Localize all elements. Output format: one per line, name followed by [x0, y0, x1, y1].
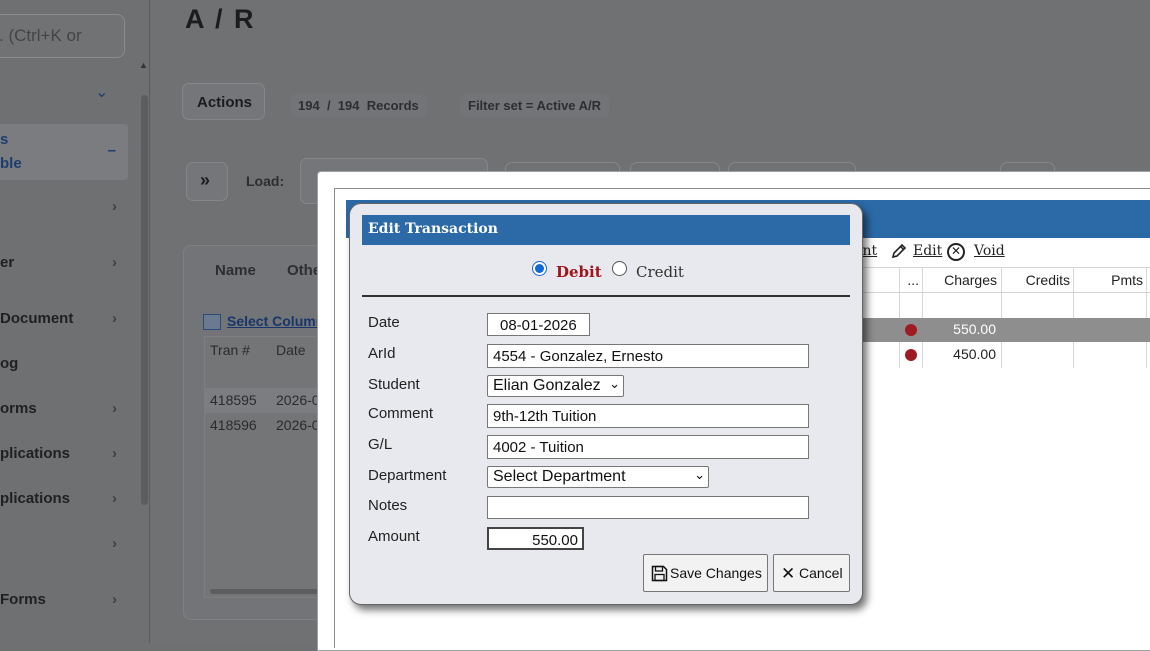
chevron-down-icon[interactable]: ⌄	[95, 82, 108, 102]
amount-label: Amount	[368, 528, 420, 545]
close-x-icon: ✕	[781, 564, 796, 583]
transactions-toolbar: int Edit ✕ Void	[850, 240, 1150, 264]
records-grid	[204, 336, 324, 598]
load-label: Load:	[246, 173, 285, 189]
save-changes-label: Save Changes	[670, 565, 762, 581]
search-input[interactable]: . (Ctrl+K or	[0, 14, 125, 58]
filter-badge: Filter set = Active A/R	[460, 94, 610, 118]
sidebar-item[interactable]: Document ›	[0, 300, 135, 340]
cell-date: 2026-0	[276, 417, 320, 433]
chevron-right-icon: ›	[112, 535, 117, 552]
chevron-right-icon: ›	[112, 490, 117, 507]
sidebar-item[interactable]: er ›	[0, 244, 135, 284]
tab-name[interactable]: Name	[215, 262, 256, 279]
amount-field[interactable]: 550.00	[487, 527, 584, 550]
actions-button[interactable]: Actions	[182, 83, 265, 120]
notes-label: Notes	[368, 497, 408, 514]
floppy-disk-icon	[651, 565, 668, 585]
column-header-pmts[interactable]: Pmts	[1075, 272, 1143, 288]
student-label: Student	[368, 376, 420, 393]
column-header-charges[interactable]: Charges	[930, 272, 997, 288]
sidebar-item-label: Forms	[0, 591, 46, 608]
column-header-more[interactable]: ...	[904, 272, 919, 288]
column-header-credits[interactable]: Credits	[1005, 272, 1070, 288]
cancel-label: Cancel	[799, 565, 843, 581]
arid-field[interactable]: 4554 - Gonzalez, Ernesto	[487, 344, 809, 368]
date-field[interactable]: 08-01-2026	[487, 313, 590, 336]
debit-label[interactable]: Debit	[556, 263, 602, 281]
sidebar-item[interactable]: plications ›	[0, 480, 135, 520]
records-count-badge: 194 / 194 Records	[290, 94, 427, 118]
sidebar-item[interactable]: Forms ›	[0, 581, 135, 621]
debit-radio[interactable]	[532, 261, 547, 276]
sidebar-item-label: s	[0, 131, 9, 148]
status-dot	[905, 349, 917, 361]
edit-link[interactable]: Edit	[913, 243, 942, 259]
column-header-tran[interactable]: Tran #	[210, 342, 250, 358]
cancel-button[interactable]: ✕ Cancel	[773, 554, 850, 592]
arid-label: ArId	[368, 345, 396, 362]
chevron-right-icon: ›	[112, 254, 117, 271]
expand-button[interactable]: »	[186, 162, 228, 201]
select-columns-link[interactable]: Select Column	[227, 313, 324, 329]
table-row[interactable]: 450.00	[850, 343, 1150, 367]
chevron-down-icon: ⌄	[694, 467, 705, 482]
chevron-right-icon: ›	[112, 400, 117, 417]
chevron-right-icon: ›	[112, 310, 117, 327]
date-label: Date	[368, 314, 400, 331]
page-title: A / R	[185, 4, 256, 34]
table-row-selected[interactable]: 550.00	[850, 318, 1150, 342]
sidebar-item-label: orms	[0, 400, 37, 417]
comment-field[interactable]: 9th-12th Tuition	[487, 404, 809, 428]
collapse-icon[interactable]: –	[108, 142, 116, 159]
sidebar-item[interactable]: ›	[0, 525, 135, 565]
gl-label: G/L	[368, 436, 393, 453]
grid-horizontal-scrollbar[interactable]	[210, 589, 320, 594]
void-link[interactable]: Void	[974, 243, 1005, 259]
cell-charges: 550.00	[953, 321, 996, 337]
department-label: Department	[368, 467, 447, 484]
sidebar-item-label: og	[0, 355, 19, 372]
void-circle-x-icon: ✕	[947, 243, 965, 261]
table-row[interactable]: 418596 2026-0	[205, 413, 323, 438]
table-row[interactable]: 418595 2026-0	[205, 388, 323, 413]
status-dot	[905, 324, 917, 336]
student-select-value: Elian Gonzalez	[493, 377, 601, 394]
sidebar-item[interactable]: plications ›	[0, 435, 135, 475]
dialog-title: Edit Transaction	[362, 215, 850, 245]
sidebar-item-label: er	[0, 254, 15, 271]
chevron-right-icon: ›	[112, 445, 117, 462]
gl-field[interactable]: 4002 - Tuition	[487, 435, 809, 459]
transactions-grid-header: ... Charges Credits Pmts	[850, 267, 1150, 293]
sidebar-item-active[interactable]: s ble –	[0, 124, 128, 180]
student-select[interactable]: Elian Gonzalez ⌄	[487, 375, 624, 397]
credit-label[interactable]: Credit	[636, 263, 684, 281]
calendar-grid-icon	[203, 314, 221, 330]
chevron-right-icon: ›	[112, 198, 117, 215]
sidebar-item-label: Document	[0, 310, 74, 327]
comment-label: Comment	[368, 405, 434, 422]
cell-tran: 418595	[210, 392, 257, 408]
department-select-value: Select Department	[493, 468, 626, 485]
sidebar-item-label: plications	[0, 445, 71, 462]
notes-field[interactable]	[487, 496, 809, 519]
cell-charges: 450.00	[953, 346, 996, 362]
sidebar-item-label: plications	[0, 490, 71, 507]
sidebar-item-label: ble	[0, 155, 22, 172]
credit-radio[interactable]	[612, 261, 627, 276]
dialog-divider	[362, 295, 850, 297]
scroll-up-arrow[interactable]: ▲	[139, 60, 148, 70]
chevron-right-icon: ›	[112, 591, 117, 608]
sidebar-item[interactable]: og	[0, 345, 135, 385]
sidebar-item[interactable]: orms ›	[0, 390, 135, 430]
chevron-down-icon: ⌄	[609, 376, 620, 391]
column-header-date[interactable]: Date	[276, 342, 306, 358]
department-select[interactable]: Select Department ⌄	[487, 466, 709, 488]
cell-date: 2026-0	[276, 392, 320, 408]
sidebar-scrollbar[interactable]	[141, 95, 148, 505]
pencil-icon	[891, 243, 907, 263]
save-changes-button[interactable]: Save Changes	[643, 554, 768, 592]
cell-tran: 418596	[210, 417, 257, 433]
sidebar-item[interactable]: ›	[0, 188, 135, 228]
